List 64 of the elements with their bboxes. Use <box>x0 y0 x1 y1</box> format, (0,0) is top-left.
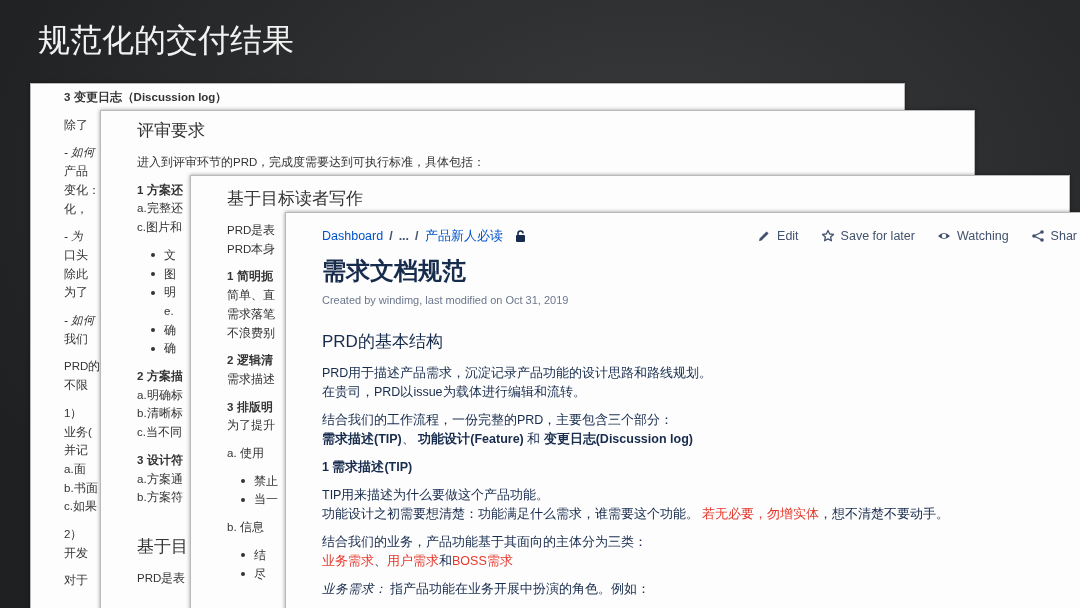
bullet-icon <box>151 253 155 258</box>
edit-button[interactable]: Edit <box>757 226 799 246</box>
paragraph: - 如何 我们 <box>64 313 96 347</box>
slide-title: 规范化的交付结果 <box>37 21 294 60</box>
paragraph: 2 逻辑清 需求描述 <box>227 353 275 387</box>
breadcrumb-link[interactable]: Dashboard <box>322 226 384 246</box>
paragraph: a. 使用 <box>227 446 264 462</box>
share-button[interactable]: Shar <box>1030 226 1077 246</box>
list-item-text: 确 <box>164 322 176 338</box>
paragraph: 对于 <box>64 573 88 589</box>
bullet-icon <box>241 553 245 558</box>
save-for-later-button[interactable]: Save for later <box>820 226 915 246</box>
breadcrumb-link[interactable]: 产品新人必读 <box>424 226 503 246</box>
paragraph: 结合我们的业务，产品功能基于其面向的主体分为三类： 业务需求、用户需求和BOSS需求 <box>322 534 647 570</box>
paragraph: PRD用于描述产品需求，沉淀记录产品功能的设计思路和路线规划。 在贵司，PRD以issue为载体进行编辑和流转。 <box>322 365 713 401</box>
paragraph: 2 方案描 a.明确标 b.清晰标 c.当不同 <box>137 368 183 441</box>
list-item-text: 明 <box>164 285 176 301</box>
paragraph: - 如何 产品 变化： 化， <box>64 145 100 217</box>
paragraph: 除了 <box>64 117 88 133</box>
paragraph: 1 简明扼 简单、直 需求落笔 不浪费别 <box>227 269 275 341</box>
paragraph: 业务需求： 指产品功能在业务开展中扮演的角色。例如： <box>322 581 651 598</box>
bullet-icon <box>151 327 155 332</box>
list-item-text: 尽 <box>254 566 266 582</box>
paragraph: PRD是表 <box>137 570 186 586</box>
paragraph: 2） 开发 <box>64 527 88 561</box>
paragraph: PRD的 不限 <box>64 359 101 394</box>
paragraph: 1 需求描述(TIP) <box>322 459 413 476</box>
bullet-icon <box>241 479 245 484</box>
page-meta: Created by windimg, last modified on Oct 31, 2019 <box>322 293 570 307</box>
list-item-text: 图 <box>164 266 176 282</box>
list-item-text: 确 <box>164 341 176 357</box>
watching-button[interactable]: Watching <box>936 226 1009 246</box>
paragraph: 3 变更日志（Discussion log） <box>64 89 228 106</box>
share-icon <box>1030 229 1045 243</box>
paragraph: 进入到评审环节的PRD，完成度需要达到可执行标准，具体包括： <box>137 155 486 170</box>
bullet-icon <box>151 346 155 351</box>
list-item-text: 结 <box>254 547 266 563</box>
paragraph: 3 设计符 a.方案通 b.方案符 <box>137 452 183 506</box>
bullet-icon <box>151 271 155 276</box>
breadcrumb-separator: ... <box>398 227 410 245</box>
paragraph: 1） 业务( 并记 a.面 b.书面 c.如果 <box>64 405 98 515</box>
padlock-icon[interactable] <box>514 230 526 242</box>
paragraph: 1 方案还 a.完整还 c.图片和 <box>137 182 183 236</box>
paragraph: 3 排版明 为了提升 <box>227 399 275 434</box>
section-heading: 评审要求 <box>137 120 205 142</box>
section-heading: PRD的基本结构 <box>322 331 443 353</box>
section-heading: 基于目标读者写作 <box>227 188 363 210</box>
paragraph: 结合我们的工作流程，一份完整的PRD，主要包含三个部分： 需求描述(TIP)、 功能设计(Feature) 和 变更日志(Discussion log) <box>322 412 693 448</box>
list-item-text: 文 <box>164 247 176 263</box>
paragraph: PRD是表 PRD本身 <box>227 223 276 257</box>
paragraph: TIP用来描述为什么要做这个产品功能。 功能设计之初需要想清楚：功能满足什么需求，谁需要这个功能。 若无必要，勿增实体，想不清楚不要动手。 <box>322 487 950 523</box>
star-icon <box>820 229 835 243</box>
bullet-icon <box>241 571 245 576</box>
breadcrumb-separator: / <box>389 227 393 245</box>
paragraph: b. 信息 <box>227 520 264 536</box>
bullet-icon <box>241 497 245 502</box>
paragraph: e. <box>163 303 174 319</box>
section-heading: 基于目 <box>137 535 188 558</box>
list-item-text: 当一 <box>254 492 278 508</box>
paragraph: - 为 口头 除此 为了 <box>64 229 88 301</box>
page-title: 需求文档规范 <box>322 256 467 286</box>
list-item-text: 禁止 <box>254 473 278 489</box>
breadcrumb-separator: / <box>415 227 419 245</box>
bullet-icon <box>151 290 155 295</box>
